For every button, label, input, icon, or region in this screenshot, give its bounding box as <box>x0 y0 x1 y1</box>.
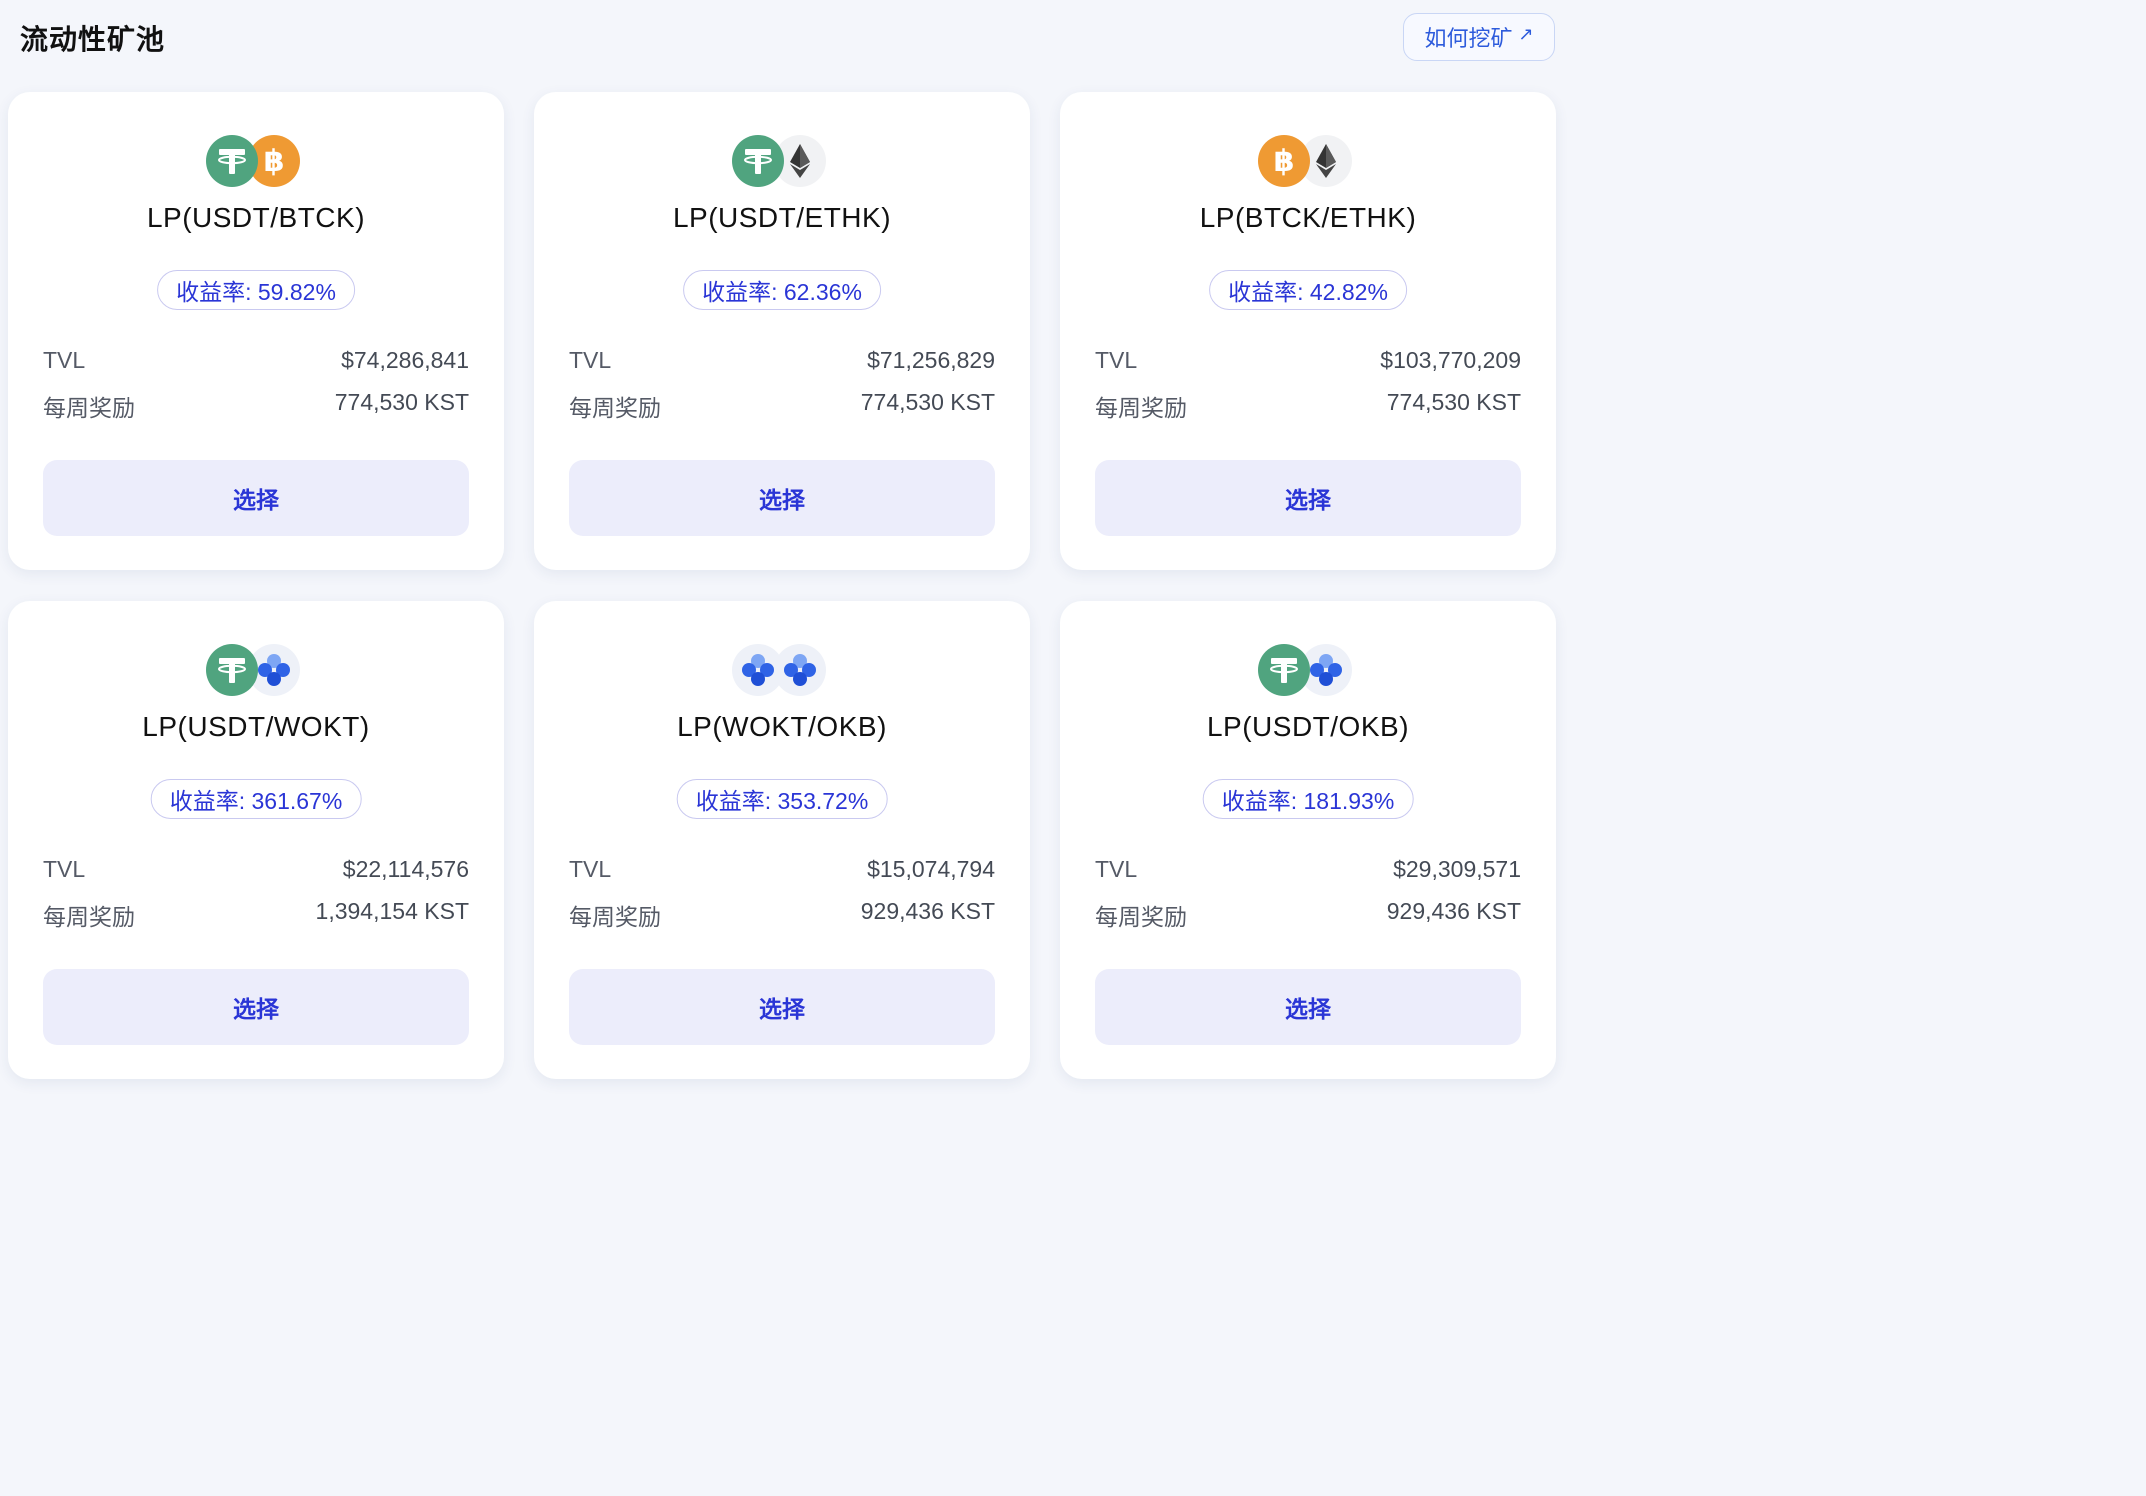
tvl-row: TVL $71,256,829 <box>569 347 995 374</box>
tvl-label: TVL <box>43 347 86 373</box>
weekly-reward-label: 每周奖励 <box>43 395 135 421</box>
tvl-value: $29,309,571 <box>1393 856 1521 882</box>
pool-pair-name: LP(WOKT/OKB) <box>677 711 887 742</box>
select-button[interactable]: 选择 <box>43 969 469 1045</box>
tvl-label: TVL <box>1095 856 1138 882</box>
weekly-reward-value: 774,530 KST <box>1386 389 1521 415</box>
okx-icon <box>732 644 784 696</box>
weekly-reward-label: 每周奖励 <box>569 904 661 930</box>
pool-token-icons <box>534 644 1030 698</box>
weekly-reward-label: 每周奖励 <box>1095 904 1187 930</box>
tvl-row: TVL $103,770,209 <box>1095 347 1521 374</box>
weekly-reward-label: 每周奖励 <box>43 904 135 930</box>
pool-card-usdt-wokt: LP(USDT/WOKT) 收益率: 361.67% TVL $22,114,5… <box>8 601 504 1079</box>
tvl-value: $22,114,576 <box>342 856 469 882</box>
page-title: 流动性矿池 <box>20 24 166 55</box>
pool-pair-name: LP(BTCK/ETHK) <box>1199 202 1417 233</box>
weekly-reward-value: 929,436 KST <box>1386 898 1521 924</box>
weekly-reward-row: 每周奖励 774,530 KST <box>43 389 469 423</box>
select-button[interactable]: 选择 <box>569 460 995 536</box>
usdt-icon <box>206 135 258 187</box>
weekly-reward-row: 每周奖励 929,436 KST <box>569 898 995 932</box>
how-to-mine-button[interactable]: 如何挖矿 ↗ <box>1403 13 1555 61</box>
pool-pair-name: LP(USDT/WOKT) <box>142 711 370 742</box>
tvl-label: TVL <box>43 856 86 882</box>
select-button[interactable]: 选择 <box>569 969 995 1045</box>
weekly-reward-value: 929,436 KST <box>860 898 995 924</box>
external-arrow-icon: ↗ <box>1518 23 1534 44</box>
tvl-label: TVL <box>1095 347 1138 373</box>
svg-text:฿: ฿ <box>1274 144 1295 179</box>
pool-token-icons <box>1060 644 1556 698</box>
weekly-reward-label: 每周奖励 <box>1095 395 1187 421</box>
apr-badge: 收益率: 181.93% <box>1202 779 1414 819</box>
weekly-reward-label: 每周奖励 <box>569 395 661 421</box>
pool-card-usdt-okb: LP(USDT/OKB) 收益率: 181.93% TVL $29,309,57… <box>1060 601 1556 1079</box>
weekly-reward-row: 每周奖励 774,530 KST <box>1095 389 1521 423</box>
weekly-reward-row: 每周奖励 774,530 KST <box>569 389 995 423</box>
weekly-reward-value: 774,530 KST <box>334 389 469 415</box>
tvl-label: TVL <box>569 856 612 882</box>
pool-card-usdt-ethk: LP(USDT/ETHK) 收益率: 62.36% TVL $71,256,82… <box>534 92 1030 570</box>
select-button[interactable]: 选择 <box>43 460 469 536</box>
tvl-value: $103,770,209 <box>1380 347 1521 373</box>
pool-token-icons: ฿ <box>1060 135 1556 189</box>
weekly-reward-row: 每周奖励 1,394,154 KST <box>43 898 469 932</box>
pool-pair-name: LP(USDT/ETHK) <box>672 202 892 233</box>
usdt-icon <box>1258 644 1310 696</box>
weekly-reward-value: 1,394,154 KST <box>315 898 469 924</box>
pool-pair-name: LP(USDT/OKB) <box>1206 711 1410 742</box>
tvl-row: TVL $22,114,576 <box>43 856 469 883</box>
select-button[interactable]: 选择 <box>1095 969 1521 1045</box>
pool-card-usdt-btck: ฿ LP(USDT/BTCK) 收益率: 59.82% TVL $74,286,… <box>8 92 504 570</box>
weekly-reward-value: 774,530 KST <box>860 389 995 415</box>
tvl-value: $15,074,794 <box>867 856 995 882</box>
tvl-label: TVL <box>569 347 612 373</box>
tvl-row: TVL $74,286,841 <box>43 347 469 374</box>
tvl-row: TVL $29,309,571 <box>1095 856 1521 883</box>
pool-token-icons: ฿ <box>8 135 504 189</box>
apr-badge: 收益率: 361.67% <box>150 779 362 819</box>
pool-pair-name: LP(USDT/BTCK) <box>146 202 366 233</box>
apr-badge: 收益率: 353.72% <box>676 779 888 819</box>
apr-badge: 收益率: 42.82% <box>1209 270 1407 310</box>
pool-token-icons <box>534 135 1030 189</box>
apr-badge: 收益率: 59.82% <box>157 270 355 310</box>
usdt-icon <box>206 644 258 696</box>
apr-badge: 收益率: 62.36% <box>683 270 881 310</box>
pool-token-icons <box>8 644 504 698</box>
how-to-mine-label: 如何挖矿 <box>1424 26 1513 51</box>
btc-icon: ฿ <box>1258 135 1310 187</box>
usdt-icon <box>732 135 784 187</box>
tvl-row: TVL $15,074,794 <box>569 856 995 883</box>
pool-card-wokt-okb: LP(WOKT/OKB) 收益率: 353.72% TVL $15,074,79… <box>534 601 1030 1079</box>
weekly-reward-row: 每周奖励 929,436 KST <box>1095 898 1521 932</box>
tvl-value: $71,256,829 <box>867 347 995 373</box>
select-button[interactable]: 选择 <box>1095 460 1521 536</box>
tvl-value: $74,286,841 <box>341 347 469 373</box>
pool-card-btck-ethk: ฿ LP(BTCK/ETHK) 收益率: 42.82% TVL $103,770… <box>1060 92 1556 570</box>
svg-text:฿: ฿ <box>264 144 285 179</box>
